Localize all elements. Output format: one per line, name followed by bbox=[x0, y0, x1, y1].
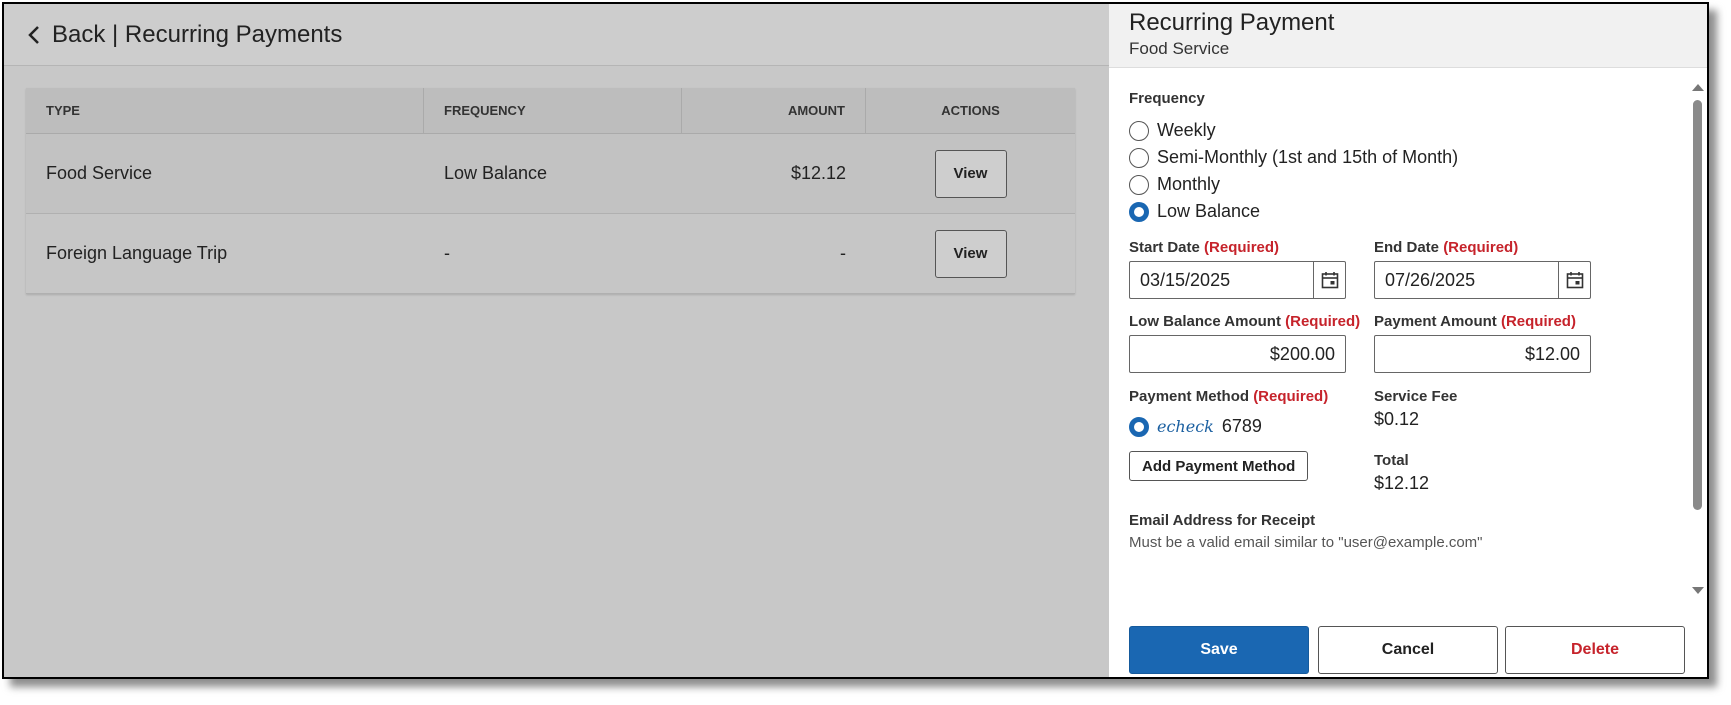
payment-amount-label-text: Payment Amount bbox=[1374, 313, 1497, 330]
main-area: Back | Recurring Payments TYPE FREQUENCY… bbox=[4, 4, 1109, 677]
column-header-actions: ACTIONS bbox=[941, 103, 1000, 118]
payment-amount-label: Payment Amount (Required) bbox=[1374, 313, 1576, 330]
required-indicator: (Required) bbox=[1285, 313, 1361, 330]
start-date-label: Start Date (Required) bbox=[1129, 239, 1279, 256]
radio-button[interactable] bbox=[1129, 147, 1149, 168]
payment-method-label-text: Payment Method bbox=[1129, 388, 1250, 405]
total-label: Total bbox=[1374, 452, 1409, 469]
scrollbar-thumb[interactable] bbox=[1693, 100, 1702, 510]
header-bar: Back | Recurring Payments bbox=[4, 4, 1109, 66]
column-header-amount[interactable]: AMOUNT bbox=[682, 88, 866, 133]
table-row: Food Service Low Balance $12.12 View bbox=[26, 134, 1075, 214]
payment-method-account: 6789 bbox=[1221, 416, 1262, 436]
required-indicator: (Required) bbox=[1500, 313, 1576, 330]
save-button[interactable]: Save bbox=[1129, 626, 1309, 674]
back-link[interactable]: Back | Recurring Payments bbox=[52, 21, 342, 49]
recurring-payment-panel: Recurring Payment Food Service Frequency… bbox=[1109, 4, 1707, 677]
required-indicator: (Required) bbox=[1204, 239, 1280, 256]
low-balance-amount-label: Low Balance Amount (Required) bbox=[1129, 313, 1360, 330]
start-date-value[interactable]: 03/15/2025 bbox=[1130, 262, 1313, 298]
frequency-label: Frequency bbox=[1129, 90, 1205, 107]
row-type: Foreign Language Trip bbox=[46, 243, 228, 263]
start-date-field[interactable]: 03/15/2025 bbox=[1129, 261, 1346, 299]
frequency-option-label: Semi-Monthly (1st and 15th of Month) bbox=[1157, 147, 1459, 167]
email-hint: Must be a valid email similar to "user@e… bbox=[1129, 534, 1483, 551]
service-fee-label: Service Fee bbox=[1374, 388, 1458, 405]
low-balance-amount-input[interactable]: $200.00 bbox=[1129, 335, 1346, 373]
row-type: Food Service bbox=[46, 163, 153, 183]
cancel-button[interactable]: Cancel bbox=[1318, 626, 1498, 674]
panel-scrollbar[interactable] bbox=[1691, 84, 1704, 594]
radio-button[interactable] bbox=[1129, 120, 1149, 141]
email-label: Email Address for Receipt bbox=[1129, 512, 1316, 529]
row-actions: View bbox=[866, 134, 1075, 213]
low-balance-amount-label-text: Low Balance Amount bbox=[1129, 313, 1281, 330]
calendar-icon[interactable] bbox=[1313, 262, 1345, 298]
service-fee-value: $0.12 bbox=[1374, 409, 1420, 429]
calendar-icon[interactable] bbox=[1558, 262, 1590, 298]
radio-button-selected[interactable] bbox=[1129, 416, 1149, 437]
end-date-label-text: End Date bbox=[1374, 239, 1440, 256]
payment-method-option[interactable]: echeck 6789 bbox=[1129, 416, 1262, 437]
row-frequency: - bbox=[444, 243, 450, 263]
frequency-option-weekly[interactable]: Weekly bbox=[1129, 120, 1216, 141]
frequency-option-label: Weekly bbox=[1157, 120, 1216, 140]
row-amount: $12.12 bbox=[790, 163, 846, 183]
scroll-down-icon[interactable] bbox=[1692, 587, 1704, 594]
scroll-up-icon[interactable] bbox=[1692, 84, 1704, 91]
payment-method-label: Payment Method (Required) bbox=[1129, 388, 1328, 405]
table-header: TYPE FREQUENCY AMOUNT ACTIONS bbox=[26, 88, 1075, 134]
end-date-label: End Date (Required) bbox=[1374, 239, 1518, 256]
table-row: Foreign Language Trip - - View bbox=[26, 214, 1075, 294]
panel-title: Recurring Payment bbox=[1129, 9, 1335, 36]
row-amount: - bbox=[840, 243, 846, 263]
required-indicator: (Required) bbox=[1253, 388, 1329, 405]
recurring-payments-table: TYPE FREQUENCY AMOUNT ACTIONS Food Servi… bbox=[26, 88, 1075, 294]
frequency-option-label: Low Balance bbox=[1157, 201, 1261, 221]
delete-button[interactable]: Delete bbox=[1505, 626, 1685, 674]
total-value: $12.12 bbox=[1374, 473, 1430, 493]
frequency-option-monthly[interactable]: Monthly bbox=[1129, 174, 1220, 195]
start-date-label-text: Start Date bbox=[1129, 239, 1200, 256]
end-date-value[interactable]: 07/26/2025 bbox=[1375, 262, 1558, 298]
view-button[interactable]: View bbox=[934, 149, 1007, 198]
chevron-left-icon[interactable] bbox=[24, 24, 46, 46]
end-date-field[interactable]: 07/26/2025 bbox=[1374, 261, 1591, 299]
row-actions: View bbox=[866, 214, 1075, 293]
frequency-option-label: Monthly bbox=[1157, 174, 1221, 194]
panel-subtitle: Food Service bbox=[1129, 39, 1230, 58]
required-indicator: (Required) bbox=[1443, 239, 1519, 256]
row-frequency: Low Balance bbox=[444, 163, 548, 183]
payment-amount-input[interactable]: $12.00 bbox=[1374, 335, 1591, 373]
panel-header: Recurring Payment Food Service bbox=[1109, 4, 1707, 68]
radio-button-selected[interactable] bbox=[1129, 201, 1149, 222]
column-header-type[interactable]: TYPE bbox=[26, 88, 424, 133]
add-payment-method-button[interactable]: Add Payment Method bbox=[1129, 451, 1309, 481]
echeck-logo: echeck bbox=[1157, 417, 1214, 436]
column-header-frequency[interactable]: FREQUENCY bbox=[424, 88, 682, 133]
view-button[interactable]: View bbox=[934, 229, 1007, 278]
frequency-option-low-balance[interactable]: Low Balance bbox=[1129, 201, 1260, 222]
app-window: Back | Recurring Payments TYPE FREQUENCY… bbox=[2, 2, 1709, 679]
panel-footer: Save Cancel Delete bbox=[1109, 616, 1707, 677]
radio-button[interactable] bbox=[1129, 174, 1149, 195]
frequency-option-semi-monthly[interactable]: Semi-Monthly (1st and 15th of Month) bbox=[1129, 147, 1458, 168]
